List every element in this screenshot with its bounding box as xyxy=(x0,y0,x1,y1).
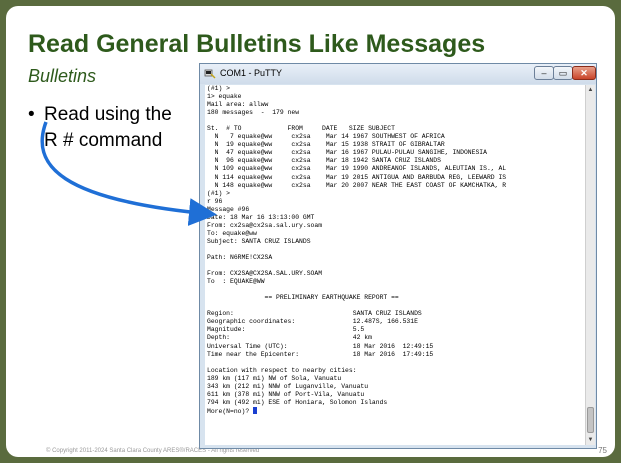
arrow-path xyxy=(40,121,217,226)
pointer-arrow xyxy=(40,121,217,226)
